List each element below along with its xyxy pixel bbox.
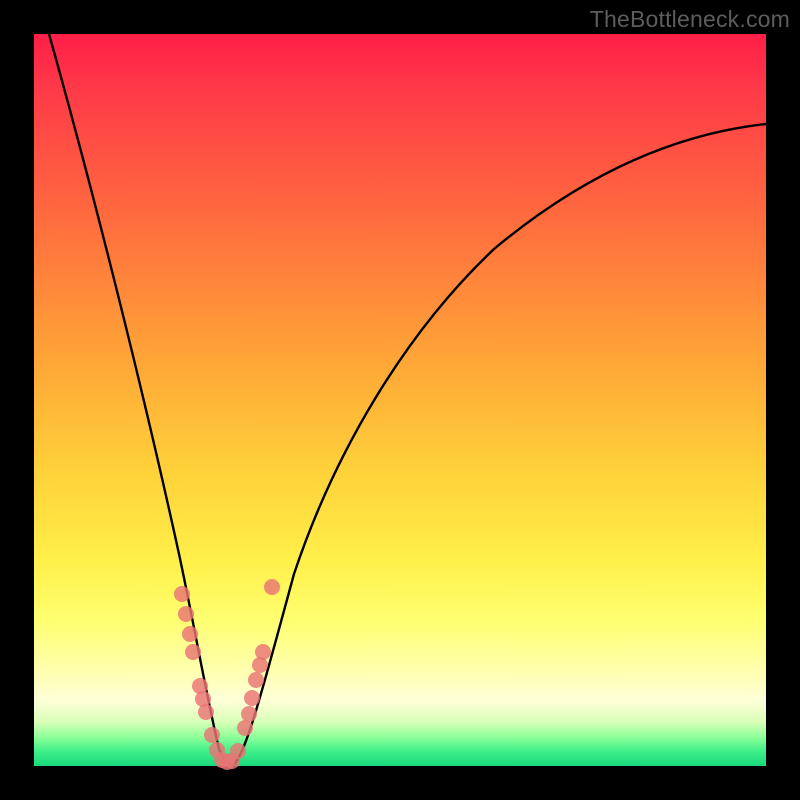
- plot-area: [34, 34, 766, 766]
- watermark-text: TheBottleneck.com: [590, 6, 790, 33]
- sample-points: [174, 579, 280, 770]
- bottleneck-curve: [34, 34, 766, 766]
- curve-path: [49, 34, 766, 764]
- chart-frame: TheBottleneck.com: [0, 0, 800, 800]
